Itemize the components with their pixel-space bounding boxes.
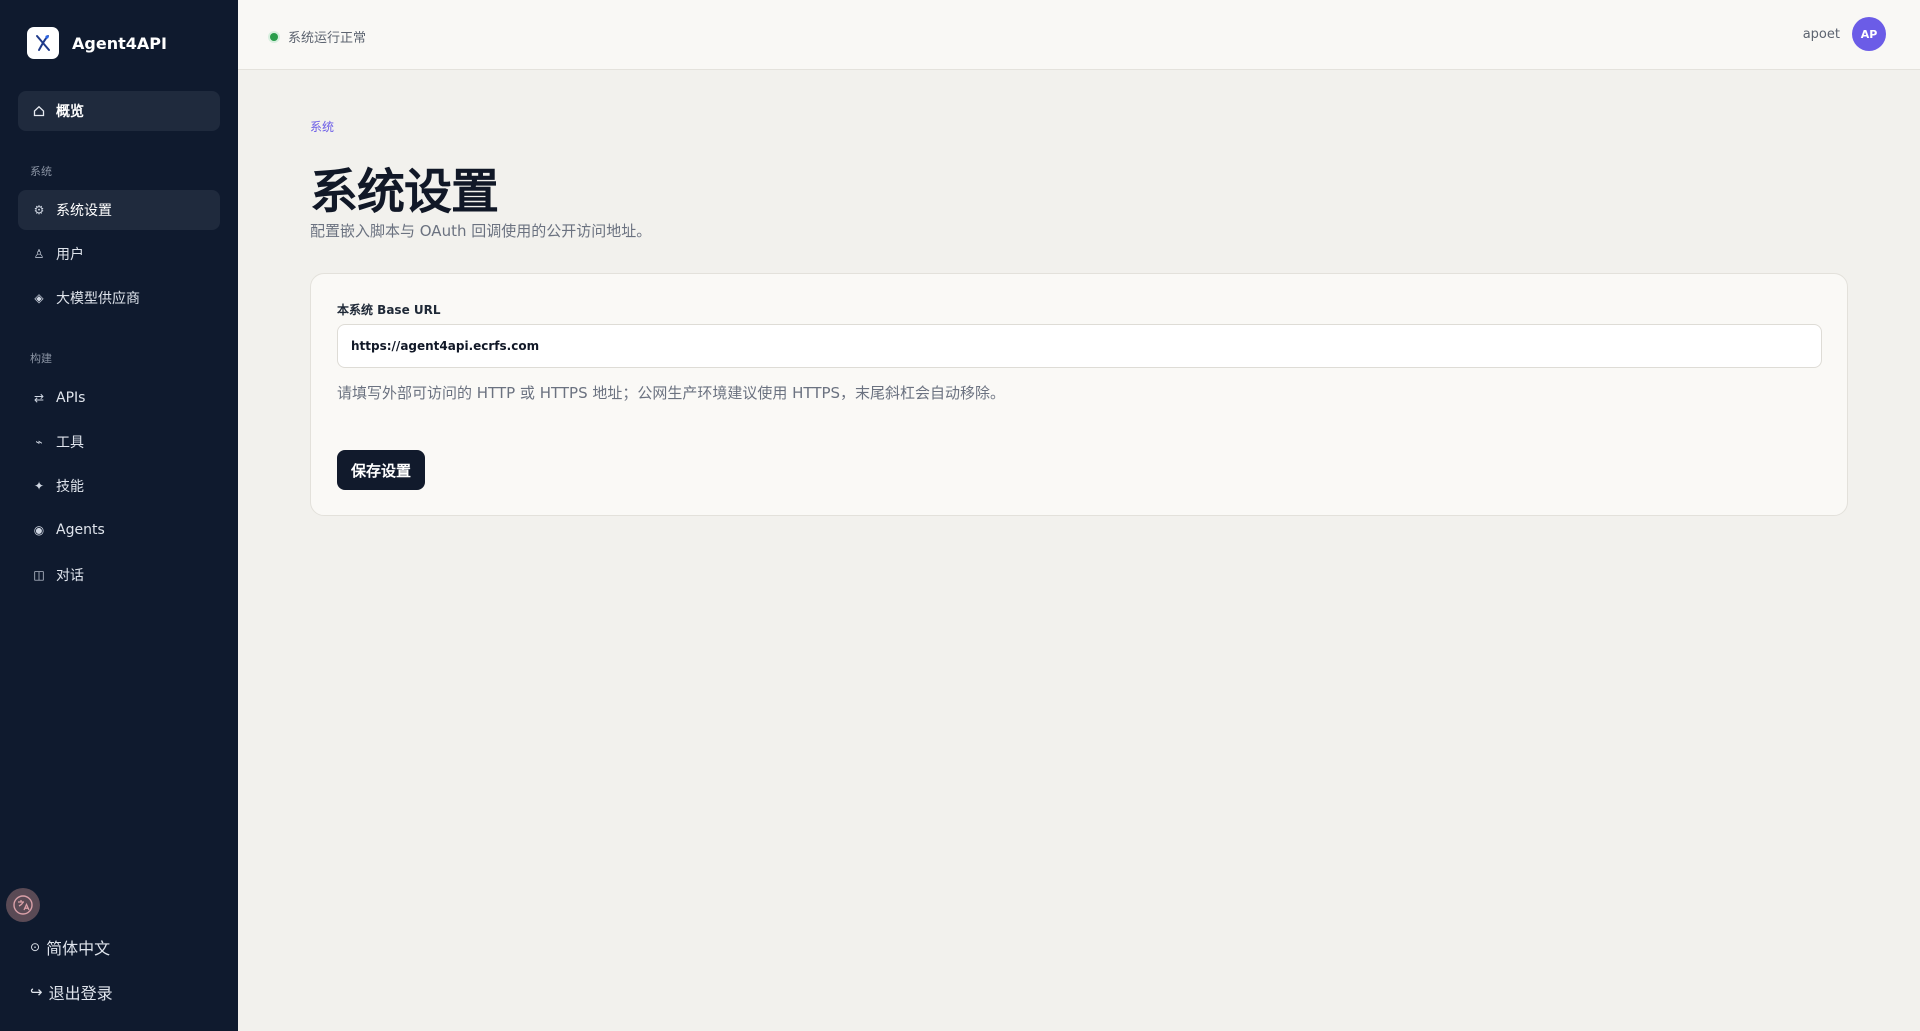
sidebar-item-users[interactable]: ♙ 用户 [18,234,220,274]
sidebar-item-chat[interactable]: ◫ 对话 [18,555,220,595]
user-menu[interactable]: apoet AP [1803,17,1886,51]
language-switch[interactable]: ⊙ 简体中文 [30,935,110,959]
breadcrumb: 系统 [310,120,335,134]
sidebar-item-label: APIs [56,390,86,406]
logout-label: 退出登录 [48,984,113,1003]
chat-panel-icon: ◫ [33,568,45,582]
logout-icon: ↪ [30,983,43,1001]
sidebar-item-label: 系统设置 [56,203,112,219]
section-label-system: 系统 [30,165,52,178]
page-title: 系统设置 [310,164,499,220]
section-label-build: 构建 [30,352,52,365]
sidebar: Agent4API 概览 系统 ⚙ 系统设置 ♙ 用户 ◈ 大模型供应商 构建 … [0,0,238,1031]
sidebar-item-label: 对话 [56,568,84,584]
sparkle-icon: ✦ [33,479,45,493]
language-label: 简体中文 [46,939,111,958]
settings-card: 本系统 Base URL 请填写外部可访问的 HTTP 或 HTTPS 地址；公… [310,273,1848,516]
status-dot-icon [270,32,278,41]
translate-icon [13,895,33,915]
username: apoet [1802,26,1840,42]
topbar: 系统运行正常 apoet AP [238,0,1920,70]
sidebar-item-label: 用户 [56,247,84,263]
brand-name: Agent4API [72,33,167,53]
sidebar-item-system-settings[interactable]: ⚙ 系统设置 [18,190,220,230]
base-url-help: 请填写外部可访问的 HTTP 或 HTTPS 地址；公网生产环境建议使用 HTT… [337,384,1006,402]
system-status: 系统运行正常 [270,27,366,46]
sidebar-item-llm-providers[interactable]: ◈ 大模型供应商 [18,278,220,318]
sidebar-item-label: Agents [56,522,105,538]
gear-icon: ⚙ [33,203,45,217]
user-icon: ♙ [33,247,45,261]
sidebar-item-skills[interactable]: ✦ 技能 [18,466,220,506]
sidebar-item-label: 工具 [56,435,84,451]
sidebar-item-label: 概览 [56,104,84,120]
base-url-label: 本系统 Base URL [337,303,441,317]
page-description: 配置嵌入脚本与 OAuth 回调使用的公开访问地址。 [310,222,652,240]
save-settings-button[interactable]: 保存设置 [337,450,426,490]
sidebar-item-label: 技能 [56,479,84,495]
main-area: 系统运行正常 apoet AP 系统 系统设置 配置嵌入脚本与 OAuth 回调… [238,0,1920,1031]
avatar[interactable]: AP [1852,17,1886,51]
sidebar-item-agents[interactable]: ◉ Agents [18,510,220,550]
globe-icon: ⊙ [30,940,41,954]
base-url-input[interactable] [337,324,1822,368]
home-icon [30,105,48,117]
agent-dot-icon: ◉ [33,523,45,537]
sidebar-item-overview[interactable]: 概览 [18,91,220,131]
translate-button[interactable] [6,888,40,922]
sidebar-item-label: 大模型供应商 [56,291,140,307]
sidebar-item-apis[interactable]: ⇄ APIs [18,378,220,418]
diamond-icon: ◈ [34,291,44,305]
swap-icon: ⇄ [33,391,45,405]
wrench-icon: ⌁ [35,435,43,449]
agent-logo-icon [27,27,59,59]
sidebar-item-tools[interactable]: ⌁ 工具 [18,422,220,462]
logout-button[interactable]: ↪ 退出登录 [30,980,113,1004]
brand[interactable]: Agent4API [27,27,167,59]
status-text: 系统运行正常 [288,31,367,46]
app-root: Agent4API 概览 系统 ⚙ 系统设置 ♙ 用户 ◈ 大模型供应商 构建 … [0,0,1920,1031]
